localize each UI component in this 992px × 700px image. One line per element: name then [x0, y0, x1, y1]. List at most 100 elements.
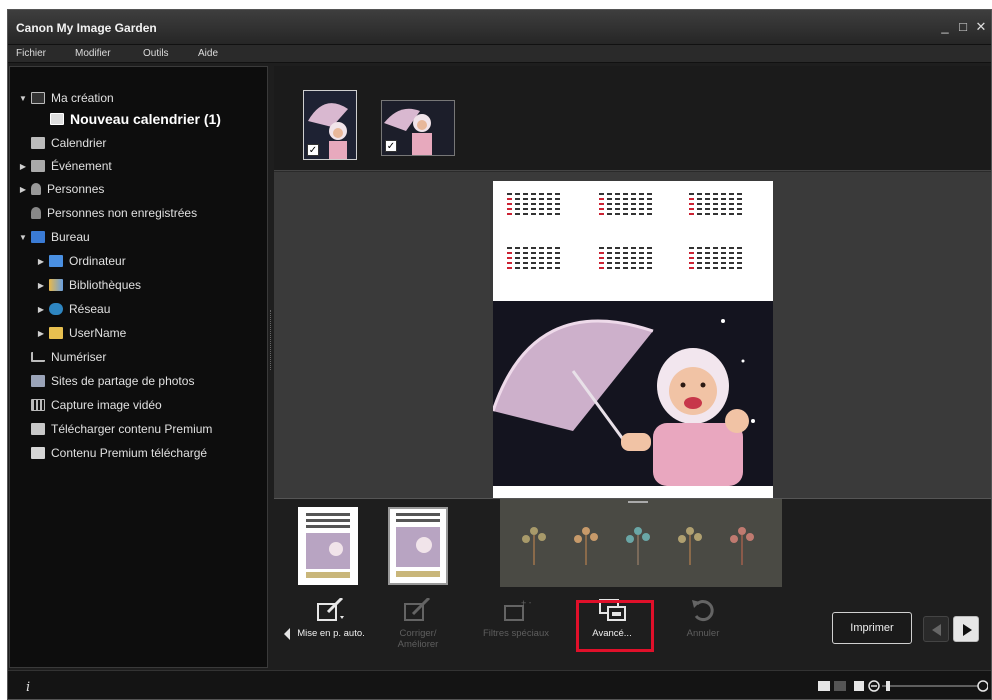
correct-enhance-icon	[403, 596, 433, 622]
sidebar-item-label: Réseau	[69, 302, 111, 316]
menu-edit[interactable]: Modifier	[75, 48, 111, 59]
collapse-arrow-icon[interactable]	[284, 628, 290, 640]
correct-enhance-label: Corriger/ Améliorer	[397, 628, 439, 650]
sidebar-item-network[interactable]: ▶ Réseau	[36, 298, 110, 320]
split-view-icon[interactable]	[834, 681, 846, 691]
material-images-strip: ✓ ✓	[274, 66, 991, 171]
calendar-month-block	[599, 193, 679, 239]
sidebar-item-my-art[interactable]: ▼ Ma création	[18, 87, 114, 109]
menu-tools[interactable]: Outils	[143, 48, 169, 59]
background-selection-panel[interactable]	[500, 499, 782, 587]
title-bar: Canon My Image Garden _ □ ✕	[8, 10, 991, 45]
sidebar-item-username[interactable]: ▶ UserName	[36, 322, 126, 344]
chevron-right-icon[interactable]: ▶	[18, 185, 28, 194]
chevron-right-icon[interactable]: ▶	[36, 257, 46, 266]
minimize-button[interactable]: _	[939, 19, 951, 35]
auto-layout-button[interactable]: Mise en p. auto.	[292, 596, 370, 639]
sidebar-item-event[interactable]: ▶ Événement	[18, 155, 112, 177]
tree-background-thumbnail[interactable]	[566, 521, 606, 565]
photo-sharing-icon	[31, 375, 45, 387]
undo-icon	[688, 598, 718, 622]
chevron-right-icon[interactable]: ▶	[36, 329, 46, 338]
sidebar-resize-handle[interactable]	[270, 310, 273, 370]
special-filters-icon: + +	[501, 598, 534, 622]
chevron-right-icon[interactable]: ▶	[18, 162, 28, 171]
sidebar-item-label: Capture image vidéo	[51, 398, 162, 412]
sidebar-item-people[interactable]: ▶ Personnes	[18, 178, 104, 200]
window-controls: _ □ ✕	[939, 19, 987, 35]
sidebar-item-label: Personnes	[47, 182, 105, 196]
calendar-month-block	[689, 247, 769, 293]
arrow-right-icon	[963, 624, 972, 636]
layout-thumbnail-preview	[390, 509, 446, 583]
event-icon	[31, 160, 45, 172]
correct-enhance-button[interactable]: Corriger/ Améliorer	[379, 596, 457, 650]
menu-help[interactable]: Aide	[198, 48, 218, 59]
sidebar-item-label: Bureau	[51, 230, 90, 244]
chevron-right-icon[interactable]: ▶	[36, 281, 46, 290]
sidebar-item-label: Événement	[51, 159, 112, 173]
video-capture-icon	[31, 399, 45, 411]
fit-to-window-icon[interactable]	[854, 681, 864, 691]
libraries-icon	[49, 279, 63, 291]
tree-background-thumbnail[interactable]	[722, 521, 762, 565]
sidebar-item-label: Calendrier	[51, 136, 107, 150]
sidebar-item-label: Ma création	[51, 91, 114, 105]
scan-icon	[31, 352, 45, 362]
layout-background-strip	[274, 498, 991, 588]
download-premium-icon	[31, 423, 45, 435]
calendar-month-block	[599, 247, 679, 293]
special-filters-button[interactable]: + + Filtres spéciaux	[477, 598, 555, 639]
zoom-slider-handle[interactable]	[886, 681, 890, 691]
sidebar-item-desktop[interactable]: ▼ Bureau	[18, 226, 90, 248]
close-button[interactable]: ✕	[975, 19, 987, 35]
sidebar-item-unregistered-people[interactable]: Personnes non enregistrées	[31, 202, 197, 224]
zoom-in-icon[interactable]	[977, 680, 988, 692]
sidebar-item-computer[interactable]: ▶ Ordinateur	[36, 250, 126, 272]
full-view-icon[interactable]	[818, 681, 830, 691]
sidebar-item-video-capture[interactable]: Capture image vidéo	[31, 394, 162, 416]
tree-background-thumbnail[interactable]	[618, 521, 658, 565]
image-thumbnail[interactable]: ✓	[303, 90, 357, 160]
tree-background-thumbnail[interactable]	[514, 521, 554, 565]
sidebar-item-downloaded-premium[interactable]: Contenu Premium téléchargé	[31, 442, 207, 464]
arrow-left-icon	[932, 624, 941, 636]
edit-area	[274, 172, 991, 498]
undo-button[interactable]: Annuler	[664, 598, 742, 639]
calendar-month-block	[507, 247, 587, 293]
panel-grip-icon[interactable]	[628, 501, 648, 507]
info-icon[interactable]: i	[26, 680, 30, 695]
sidebar-item-scan[interactable]: Numériser	[31, 346, 106, 368]
sidebar-item-calendar[interactable]: Calendrier	[31, 132, 106, 154]
layout-thumbnail[interactable]	[388, 507, 448, 585]
chevron-right-icon[interactable]: ▶	[36, 305, 46, 314]
tree-background-thumbnail[interactable]	[670, 521, 710, 565]
person-icon	[31, 183, 41, 195]
next-button[interactable]	[953, 616, 979, 642]
menu-file[interactable]: Fichier	[16, 48, 46, 59]
desktop-icon	[31, 231, 45, 243]
my-art-icon	[31, 92, 45, 104]
layout-thumbnail[interactable]	[298, 507, 358, 585]
checked-icon[interactable]: ✓	[307, 144, 319, 156]
sidebar-item-libraries[interactable]: ▶ Bibliothèques	[36, 274, 141, 296]
layout-thumbnail-preview	[300, 509, 356, 583]
folder-icon	[31, 447, 45, 459]
chevron-down-icon[interactable]: ▼	[18, 94, 28, 103]
previous-button[interactable]	[923, 616, 949, 642]
sidebar: ▼ Ma création Nouveau calendrier (1) Cal…	[9, 66, 268, 668]
maximize-button[interactable]: □	[957, 19, 969, 35]
advanced-button-highlight	[576, 600, 654, 652]
checked-icon[interactable]: ✓	[385, 140, 397, 152]
chevron-down-icon[interactable]: ▼	[18, 233, 28, 242]
calendar-photo[interactable]	[493, 301, 773, 486]
menu-bar: Fichier Modifier Outils Aide	[8, 45, 991, 63]
sidebar-item-download-premium[interactable]: Télécharger contenu Premium	[31, 418, 212, 440]
calendar-page-preview[interactable]	[493, 181, 773, 498]
sidebar-item-photo-sharing[interactable]: Sites de partage de photos	[31, 370, 194, 392]
sidebar-item-new-calendar[interactable]: Nouveau calendrier (1)	[50, 108, 221, 130]
status-bar: i	[8, 670, 991, 699]
auto-layout-icon	[316, 596, 346, 622]
image-thumbnail[interactable]: ✓	[381, 100, 455, 156]
print-button[interactable]: Imprimer	[832, 612, 912, 644]
